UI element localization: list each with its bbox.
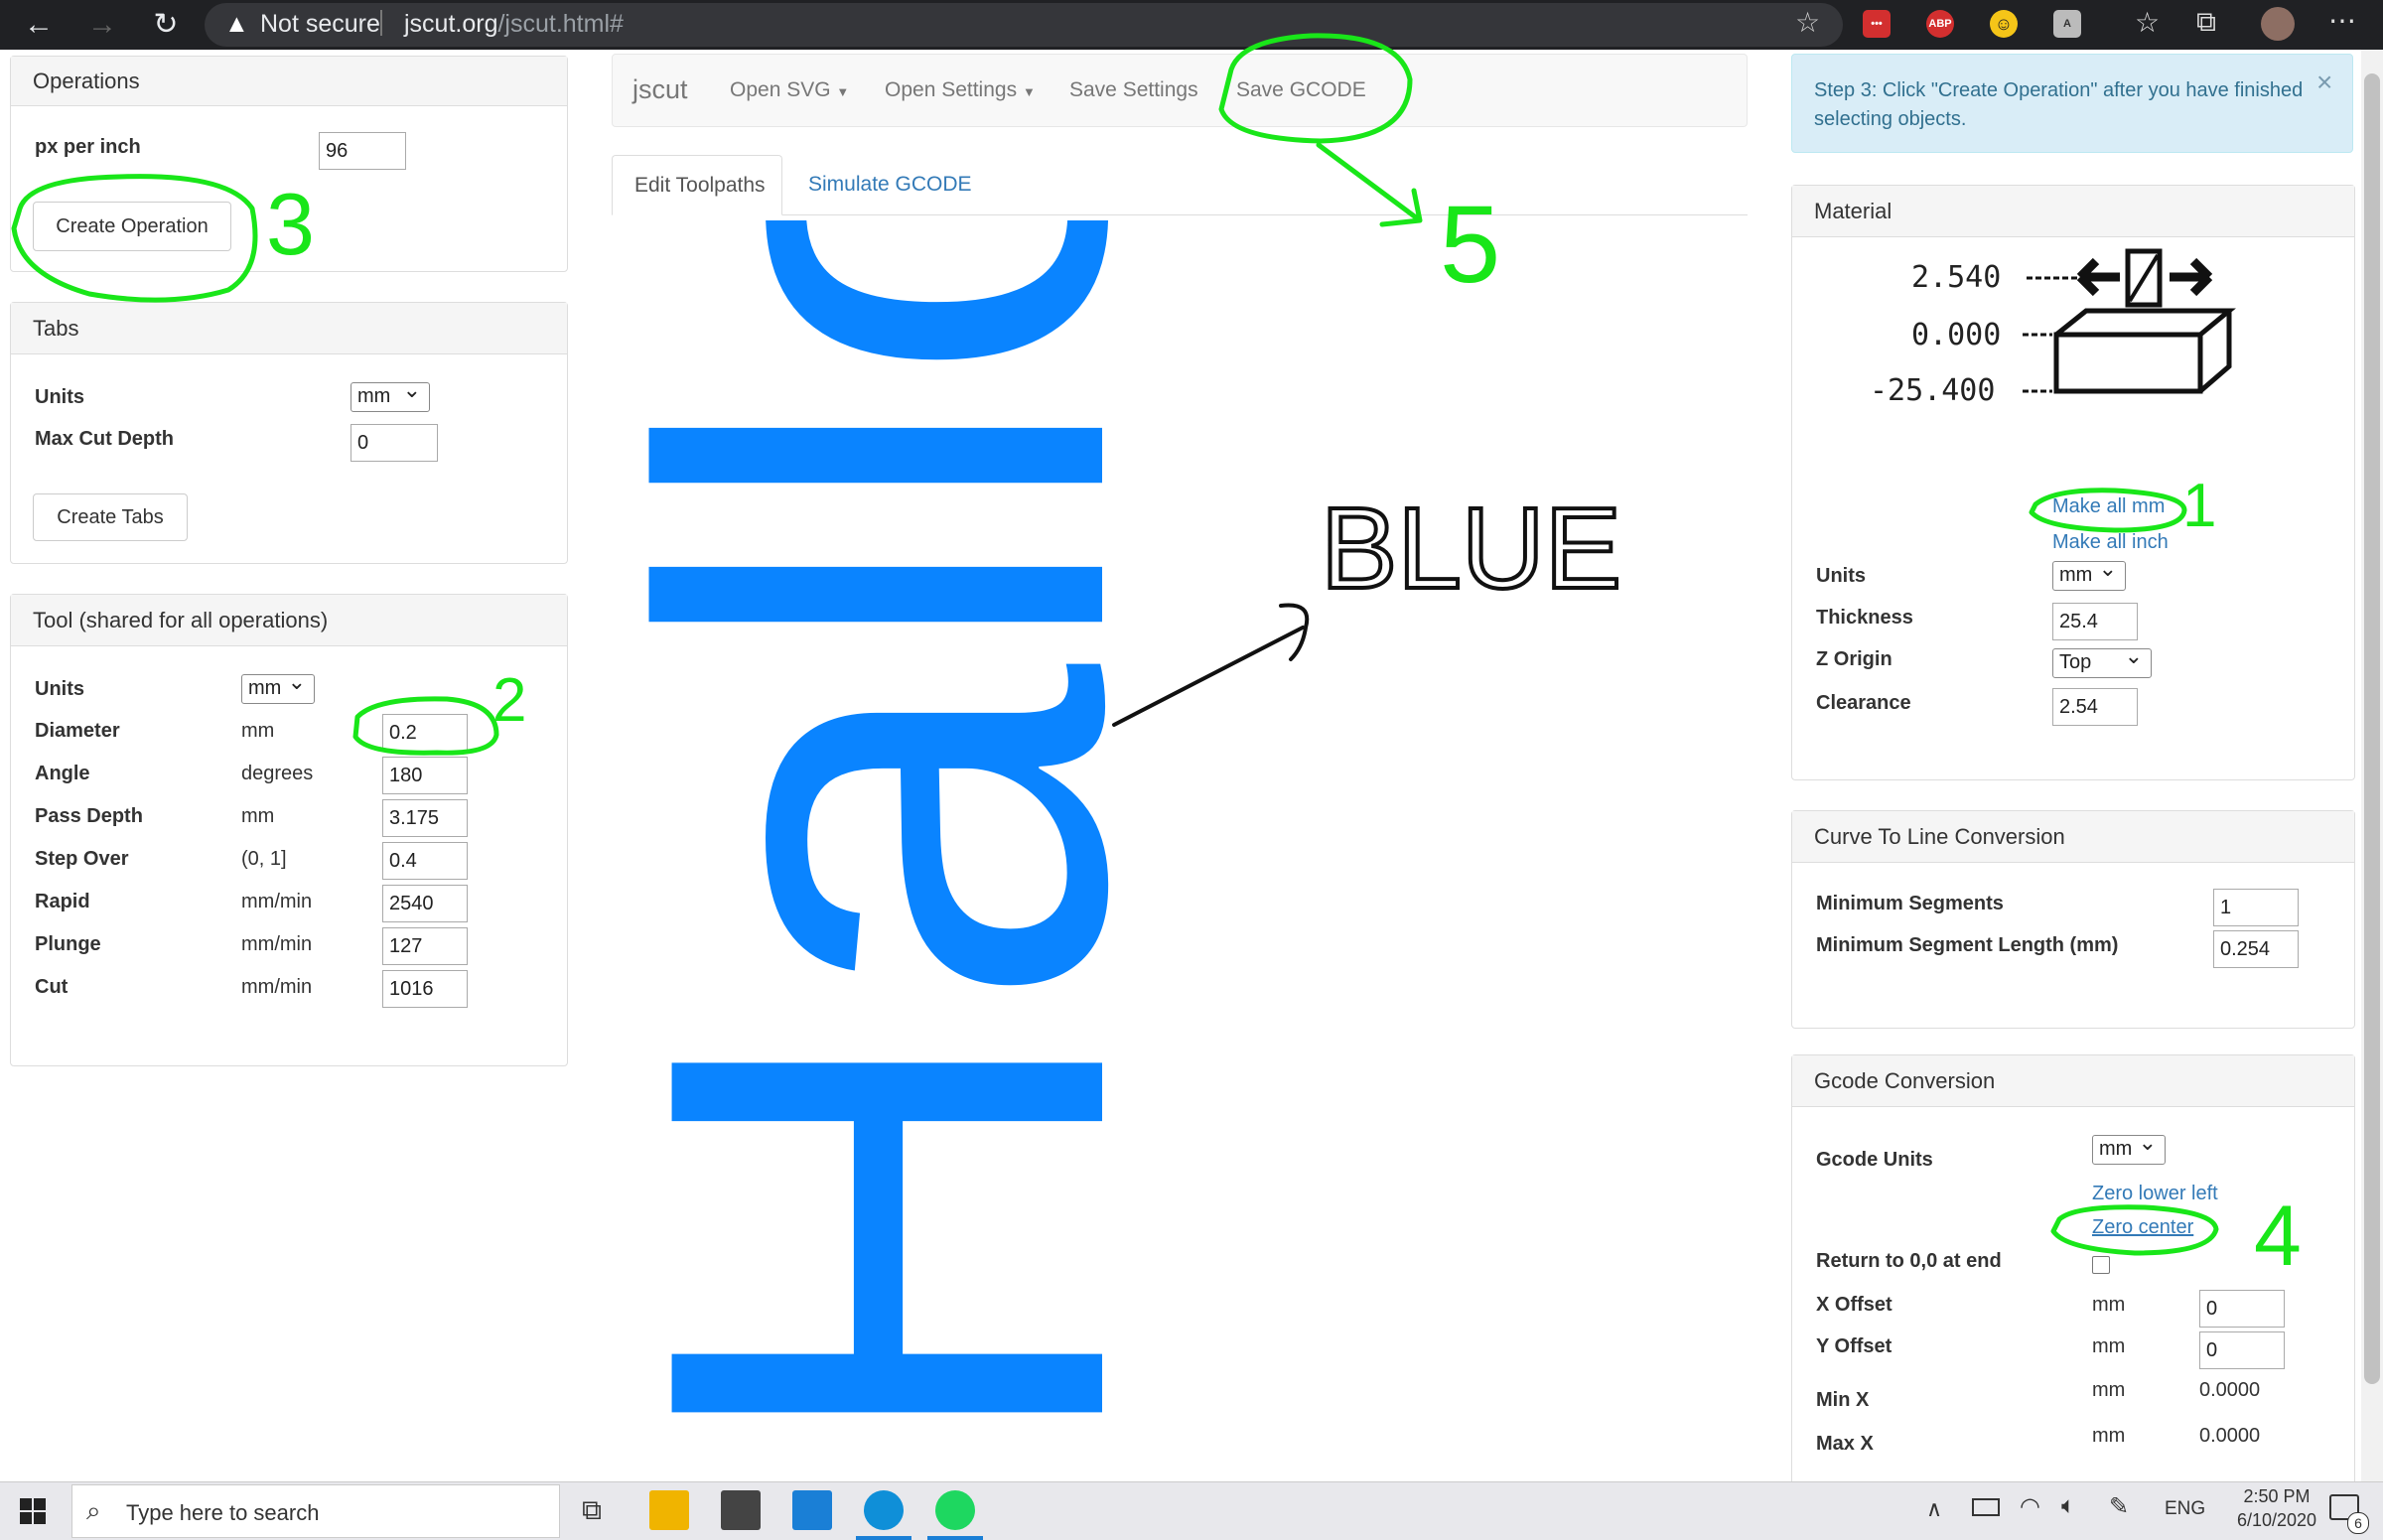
mail-icon[interactable]: [792, 1490, 832, 1530]
edge-active-indicator: [856, 1536, 911, 1540]
clock-time[interactable]: 2:50 PM: [2228, 1486, 2325, 1507]
annotation-number-4: 4: [2254, 1189, 2302, 1284]
task-view-icon[interactable]: ⧉: [582, 1494, 602, 1527]
windows-taskbar: ⌕ Type here to search ⧉ ∧ ◠ 🔈︎ ✎ ENG 2:5…: [0, 1481, 2383, 1540]
file-explorer-icon[interactable]: [649, 1490, 689, 1530]
battery-icon[interactable]: [1972, 1498, 2000, 1516]
notification-badge: 6: [2347, 1512, 2369, 1534]
edge-browser-icon[interactable]: [864, 1490, 904, 1530]
wifi-icon[interactable]: ◠: [2020, 1492, 2040, 1521]
taskbar-search-box[interactable]: ⌕ Type here to search: [71, 1484, 560, 1538]
annotation-number-5: 5: [1440, 184, 1500, 306]
annotation-circle-create-operation: [11, 174, 258, 303]
spotify-active-indicator: [927, 1536, 983, 1540]
annotation-number-2: 2: [492, 666, 526, 735]
clock-date[interactable]: 6/10/2020: [2224, 1510, 2329, 1531]
annotation-circle-zero-center: [2050, 1204, 2219, 1256]
annotation-circle-diameter: [352, 696, 499, 756]
search-placeholder: Type here to search: [126, 1500, 320, 1525]
language-indicator[interactable]: ENG: [2165, 1498, 2205, 1520]
store-icon[interactable]: [721, 1490, 761, 1530]
chevron-up-icon[interactable]: ∧: [1926, 1496, 1942, 1522]
annotation-circle-save-gcode: [1218, 33, 1423, 227]
pen-icon[interactable]: ✎: [2109, 1492, 2129, 1521]
windows-start-icon[interactable]: [20, 1498, 46, 1524]
hand-annotations-layer: 3 2 5 1 4: [11, 33, 2302, 1284]
spotify-icon[interactable]: [935, 1490, 975, 1530]
annotation-number-1: 1: [2182, 472, 2216, 540]
volume-icon[interactable]: 🔈︎: [2061, 1492, 2075, 1520]
annotation-circle-make-all-mm: [2029, 488, 2187, 533]
annotation-number-3: 3: [266, 175, 315, 273]
search-icon: ⌕: [86, 1495, 101, 1525]
